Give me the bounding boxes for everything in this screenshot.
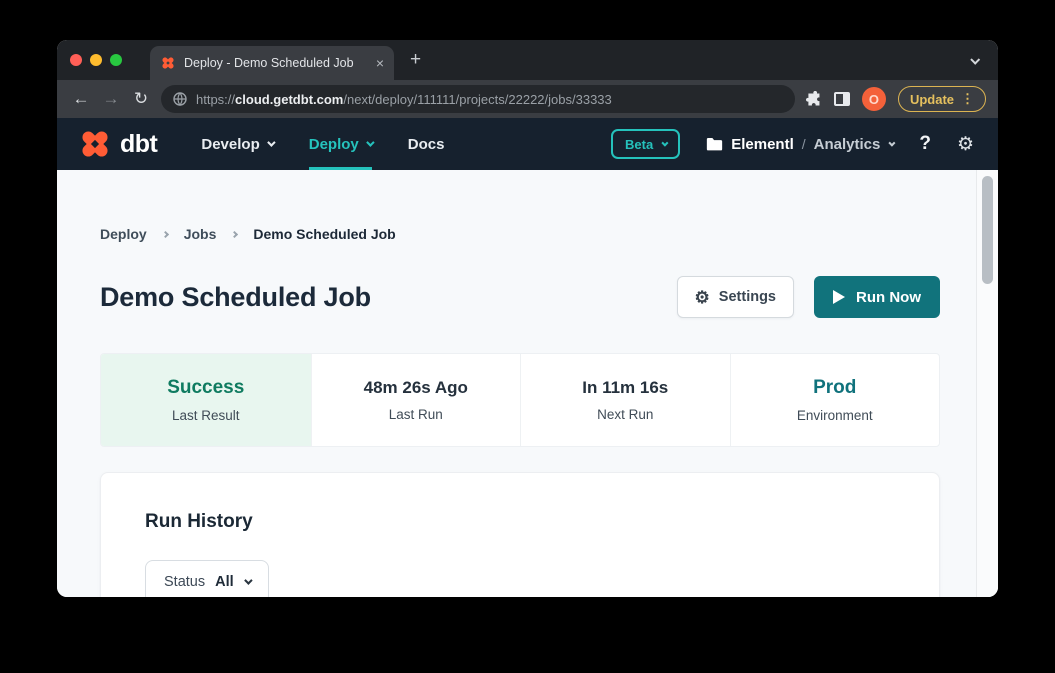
run-history-card: Run History Status All (100, 472, 940, 597)
dbt-favicon-icon (160, 55, 176, 71)
run-history-title: Run History (145, 511, 895, 533)
dbt-nav-bar: dbt Develop Deploy Docs Beta (57, 118, 998, 170)
close-tab-icon[interactable]: × (376, 56, 384, 70)
stat-environment: Prod Environment (730, 354, 940, 446)
stat-label: Next Run (597, 407, 653, 422)
run-now-button[interactable]: Run Now (814, 276, 940, 318)
scrollbar-thumb[interactable] (982, 176, 993, 284)
address-bar[interactable]: https://cloud.getdbt.com/next/deploy/111… (161, 85, 795, 113)
stat-value: 48m 26s Ago (364, 378, 468, 398)
side-panel-icon[interactable] (834, 92, 850, 106)
url-path: /next/deploy/111111/projects/22222/jobs/… (343, 92, 611, 107)
project-selector[interactable]: Elementl / Analytics (706, 136, 893, 153)
stat-last-run: 48m 26s Ago Last Run (311, 354, 521, 446)
help-icon[interactable]: ? (919, 133, 931, 155)
title-actions: ⚙ Settings Run Now (677, 276, 940, 318)
window-controls (57, 54, 136, 66)
minimize-window-button[interactable] (90, 54, 102, 66)
project-name: Analytics (814, 136, 881, 153)
nav-item-develop[interactable]: Develop (201, 118, 272, 170)
primary-nav: Develop Deploy Docs (201, 118, 444, 170)
status-filter-label: Status (164, 574, 205, 590)
extensions-puzzle-icon[interactable] (805, 91, 822, 108)
chevron-down-icon (889, 139, 896, 146)
play-icon (833, 290, 845, 304)
back-button[interactable]: ← (67, 85, 95, 113)
nav-docs-label: Docs (408, 136, 445, 153)
chevron-down-icon (662, 139, 669, 146)
reload-button[interactable]: ↻ (127, 85, 155, 113)
beta-label: Beta (625, 137, 653, 152)
settings-gear-icon[interactable]: ⚙ (957, 135, 974, 154)
url-text: https://cloud.getdbt.com/next/deploy/111… (196, 92, 612, 107)
dbt-logo-icon (77, 126, 113, 162)
breadcrumb-jobs[interactable]: Jobs (184, 226, 217, 242)
toolbar-icons: O Update ⋮ (805, 86, 988, 112)
tab-strip: Deploy - Demo Scheduled Job × + (57, 40, 998, 80)
stat-label: Environment (797, 408, 873, 423)
browser-window: Deploy - Demo Scheduled Job × + ← → ↻ ht… (57, 40, 998, 597)
main-column: Deploy Jobs Demo Scheduled Job Demo Sche… (100, 170, 940, 597)
stat-label: Last Result (172, 408, 240, 423)
nav-item-deploy[interactable]: Deploy (309, 118, 372, 170)
job-stats-row: Success Last Result 48m 26s Ago Last Run… (100, 353, 940, 447)
zoom-window-button[interactable] (110, 54, 122, 66)
update-label: Update (910, 92, 954, 107)
nav-deploy-label: Deploy (309, 136, 359, 153)
breadcrumb-current: Demo Scheduled Job (253, 226, 395, 242)
browser-tab[interactable]: Deploy - Demo Scheduled Job × (150, 46, 394, 80)
status-filter-dropdown[interactable]: Status All (145, 560, 269, 597)
chevron-right-icon (162, 230, 169, 237)
nav-item-docs[interactable]: Docs (408, 118, 445, 170)
tab-search-chevron-icon[interactable] (971, 51, 978, 69)
breadcrumb-deploy[interactable]: Deploy (100, 226, 147, 242)
run-now-label: Run Now (856, 289, 921, 306)
new-tab-button[interactable]: + (410, 49, 421, 71)
chevron-right-icon (231, 230, 238, 237)
browser-toolbar: ← → ↻ https://cloud.getdbt.com/next/depl… (57, 80, 998, 118)
url-host: cloud.getdbt.com (235, 92, 343, 107)
folder-icon (706, 137, 723, 151)
dbt-logo[interactable]: dbt (77, 126, 157, 162)
stat-label: Last Run (389, 407, 443, 422)
tab-title: Deploy - Demo Scheduled Job (184, 56, 368, 70)
stat-value: Success (167, 377, 244, 399)
forward-button[interactable]: → (97, 85, 125, 113)
dbt-wordmark: dbt (120, 130, 157, 159)
settings-button-label: Settings (719, 289, 776, 305)
stat-value: Prod (813, 377, 856, 399)
chevron-down-icon (244, 576, 252, 584)
chevron-down-icon (267, 138, 275, 146)
update-browser-button[interactable]: Update ⋮ (898, 86, 986, 112)
page-content: Deploy Jobs Demo Scheduled Job Demo Sche… (57, 170, 998, 597)
scrollbar-track[interactable] (976, 170, 998, 597)
gear-icon: ⚙ (695, 289, 710, 306)
stat-last-result: Success Last Result (101, 354, 311, 446)
browser-menu-kebab-icon[interactable]: ⋮ (961, 91, 974, 107)
page-title: Demo Scheduled Job (100, 282, 371, 313)
title-row: Demo Scheduled Job ⚙ Settings Run Now (100, 276, 940, 318)
org-name: Elementl (731, 136, 794, 153)
close-window-button[interactable] (70, 54, 82, 66)
breadcrumb: Deploy Jobs Demo Scheduled Job (100, 226, 940, 242)
nav-right-group: Beta Elementl / Analytics ? ⚙ (611, 129, 974, 159)
url-scheme: https:// (196, 92, 235, 107)
beta-dropdown-button[interactable]: Beta (611, 129, 680, 159)
org-project-separator: / (802, 136, 806, 152)
site-info-globe-icon[interactable] (173, 92, 187, 106)
stat-next-run: In 11m 16s Next Run (520, 354, 730, 446)
stat-value: In 11m 16s (582, 378, 668, 398)
profile-avatar[interactable]: O (862, 87, 886, 111)
nav-develop-label: Develop (201, 136, 259, 153)
status-filter-value: All (215, 574, 234, 590)
settings-button[interactable]: ⚙ Settings (677, 276, 794, 318)
chevron-down-icon (366, 138, 374, 146)
